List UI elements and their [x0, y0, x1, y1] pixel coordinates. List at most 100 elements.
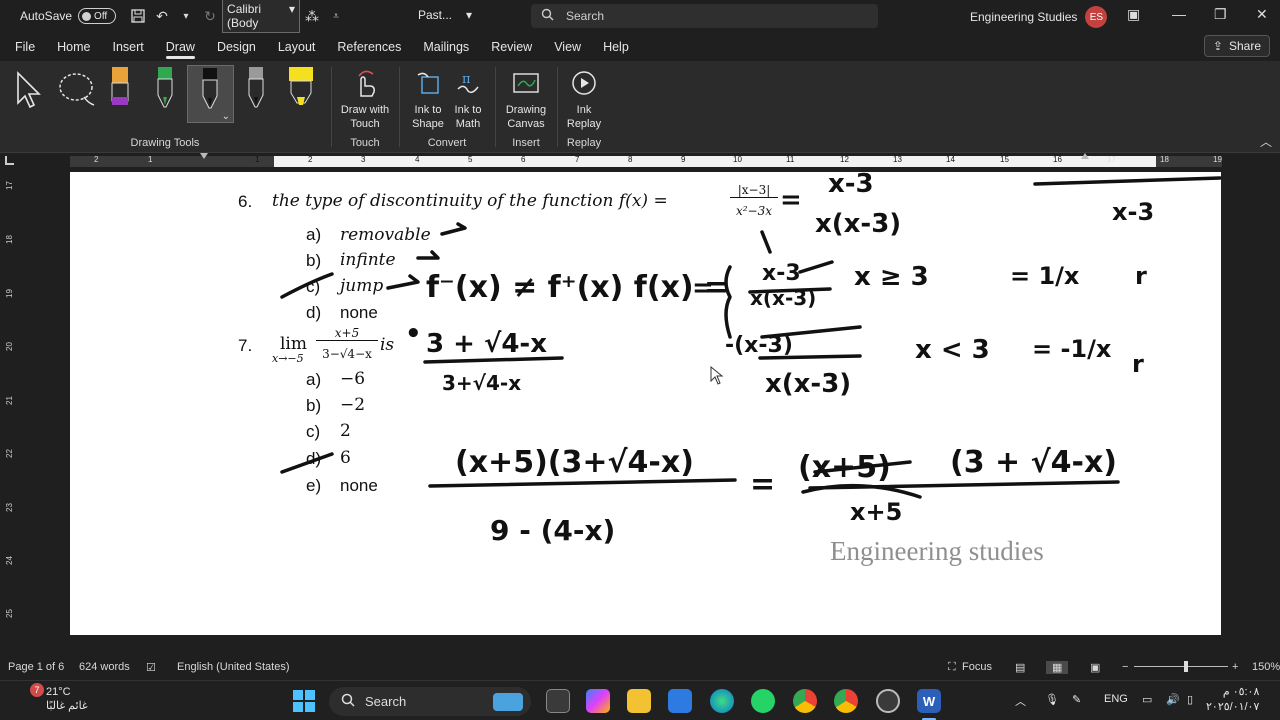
tab-review[interactable]: Review	[480, 33, 543, 61]
network-icon[interactable]: ▭	[1142, 693, 1152, 706]
redo-icon[interactable]: ↻	[198, 4, 222, 28]
pencil-tool-icon[interactable]	[108, 67, 132, 116]
document-title[interactable]: Past... ▾	[418, 8, 472, 22]
tab-help[interactable]: Help	[592, 33, 640, 61]
vertical-ruler[interactable]: 17 18 19 20 21 22 23 24 25	[0, 169, 18, 635]
undo-icon[interactable]: ↶	[150, 4, 174, 28]
account-area[interactable]: Engineering Studies ES	[970, 6, 1108, 28]
print-layout-icon[interactable]: ▦	[1046, 661, 1069, 674]
chevron-down-icon[interactable]: ⌄	[222, 111, 230, 122]
zoom-out-icon[interactable]: −	[1122, 661, 1128, 673]
ribbon-display-icon[interactable]: ▣	[1127, 6, 1140, 23]
tab-view[interactable]: View	[543, 33, 592, 61]
edge-icon[interactable]	[710, 689, 734, 713]
black-pen-selected[interactable]: ⌄	[187, 65, 234, 123]
ink-stroke	[1033, 176, 1221, 186]
web-layout-icon[interactable]: ▣	[1090, 661, 1100, 674]
ink-equals: =	[780, 185, 802, 215]
tab-design[interactable]: Design	[206, 33, 267, 61]
restore-icon[interactable]: ❐	[1214, 6, 1227, 23]
taskbar-search[interactable]: Search	[329, 687, 531, 716]
minimize-icon[interactable]: —	[1172, 6, 1186, 22]
share-button[interactable]: ⇪ Share	[1203, 35, 1270, 57]
save-icon[interactable]	[126, 4, 150, 28]
draw-with-touch-button[interactable]: Draw with Touch	[338, 67, 392, 131]
green-pen-icon[interactable]	[153, 67, 177, 116]
qat-customize-icon[interactable]: ⩡	[324, 4, 348, 28]
avatar[interactable]: ES	[1085, 6, 1108, 28]
font-name-box[interactable]: Calibri (Body ▾	[222, 0, 301, 33]
battery-icon[interactable]: ▯	[1187, 693, 1193, 706]
drawing-canvas-button[interactable]: Drawing Canvas	[500, 67, 552, 131]
read-mode-icon[interactable]: ▤	[1015, 661, 1025, 674]
ink-cancel-stroke	[798, 260, 834, 274]
ruler-number: 18	[1160, 155, 1169, 164]
autosave-toggle[interactable]: Off	[78, 8, 117, 24]
ink-annotations[interactable]: (x+5)(3+√4-x) 9 - (4-x) (x+5) (3 + √4-x)…	[70, 172, 1221, 635]
horizontal-ruler[interactable]: 2 1 1 2 3 4 5 6 7 8 9 10 11 12 13 14 15 …	[0, 153, 1280, 169]
focus-icon[interactable]: ⛶	[948, 661, 956, 674]
tab-home[interactable]: Home	[46, 33, 101, 61]
highlighter-icon[interactable]	[287, 67, 315, 116]
close-icon[interactable]: ✕	[1256, 6, 1268, 23]
clock[interactable]: ٠٥:٠٨ م ٢٠٢٥/٠١/٠٧	[1206, 685, 1259, 715]
ruler-number: 21	[4, 396, 14, 405]
show-hidden-icons-icon[interactable]: ︿	[1015, 693, 1026, 709]
select-objects-icon[interactable]	[14, 69, 44, 114]
ruler-number: 16	[1053, 155, 1062, 164]
proofing-icon[interactable]: ☑	[146, 661, 156, 674]
volume-icon[interactable]: 🔊	[1166, 693, 1180, 706]
tab-file[interactable]: File	[0, 33, 46, 61]
format-painter-icon[interactable]: ⁂	[300, 4, 324, 28]
ruler-number: 5	[468, 155, 473, 164]
ruler-number: 4	[415, 155, 420, 164]
tab-layout[interactable]: Layout	[267, 33, 327, 61]
ink-text: x-3	[828, 172, 874, 199]
ink-to-shape-button[interactable]: Ink to Shape	[408, 67, 448, 131]
document-page[interactable]: 6. the type of discontinuity of the func…	[70, 172, 1221, 635]
focus-label[interactable]: Focus	[962, 661, 992, 673]
windows-start-icon[interactable]	[293, 690, 315, 717]
chrome-icon[interactable]	[793, 689, 817, 713]
undo-dropdown-icon[interactable]: ▾	[174, 4, 198, 28]
word-count[interactable]: 624 words	[79, 661, 130, 673]
tab-selector-icon[interactable]	[5, 156, 14, 165]
ink-text: x ≥ 3	[854, 262, 929, 292]
ink-text: x+5	[850, 498, 902, 526]
tab-references[interactable]: References	[326, 33, 412, 61]
weather-widget[interactable]: 21°C غائم غالبًا	[46, 685, 88, 713]
group-convert: Ink to Shape π Ink to Math Convert	[400, 61, 494, 153]
pen-menu-icon[interactable]: ✎	[1072, 693, 1081, 706]
gray-pen-icon[interactable]	[244, 67, 268, 116]
tab-insert[interactable]: Insert	[102, 33, 155, 61]
autosave-state: Off	[94, 10, 108, 22]
microphone-icon[interactable]: 🎙	[1045, 693, 1059, 706]
task-view-icon[interactable]	[546, 689, 570, 713]
page-count[interactable]: Page 1 of 6	[8, 661, 64, 673]
ink-dot: •	[405, 319, 422, 349]
tab-mailings[interactable]: Mailings	[412, 33, 480, 61]
collapse-ribbon-icon[interactable]: ︿	[1260, 133, 1272, 150]
store-icon[interactable]	[668, 689, 692, 713]
whatsapp-icon[interactable]	[751, 689, 775, 713]
first-line-indent-marker[interactable]	[200, 153, 208, 159]
zoom-slider[interactable]	[1134, 666, 1228, 667]
zoom-slider-thumb[interactable]	[1184, 661, 1188, 672]
tab-draw[interactable]: Draw	[155, 33, 206, 61]
ink-replay-button[interactable]: Ink Replay	[564, 67, 604, 131]
chrome-profile-icon[interactable]	[834, 689, 858, 713]
word-app-icon[interactable]: W	[917, 689, 941, 713]
autosave-control[interactable]: AutoSave Off	[20, 8, 117, 24]
settings-icon[interactable]	[876, 689, 900, 713]
language-status[interactable]: English (United States)	[177, 661, 290, 673]
zoom-level[interactable]: 150%	[1252, 661, 1280, 673]
search-box[interactable]: Search	[531, 4, 878, 28]
copilot-icon[interactable]	[586, 689, 610, 713]
right-indent-marker[interactable]	[1081, 153, 1089, 159]
ink-to-math-button[interactable]: π Ink to Math	[448, 67, 488, 131]
file-explorer-icon[interactable]	[627, 689, 651, 713]
zoom-in-icon[interactable]: +	[1232, 661, 1238, 673]
black-pen-icon	[198, 68, 222, 117]
lasso-select-icon[interactable]	[56, 69, 98, 114]
input-language[interactable]: ENG	[1104, 693, 1128, 705]
